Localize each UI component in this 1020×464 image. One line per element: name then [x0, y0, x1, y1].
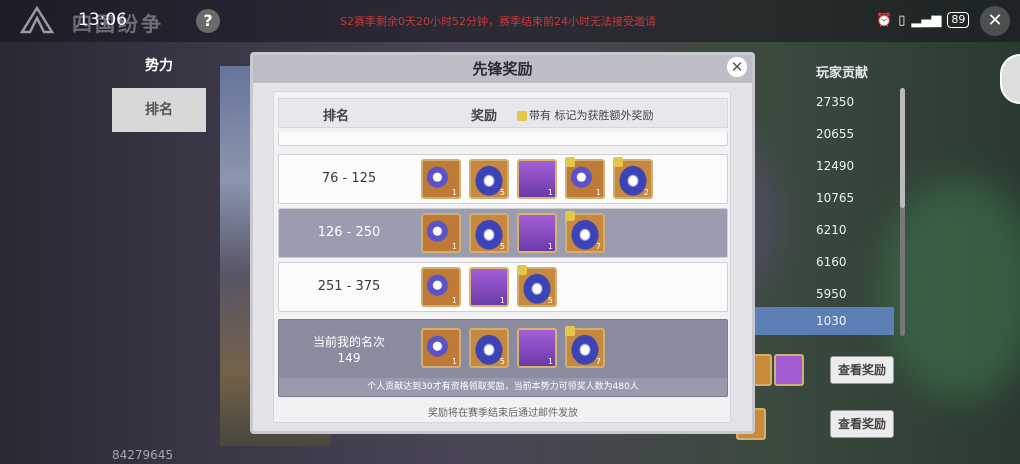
extra-reward-mark-icon [517, 265, 527, 275]
table-row: 126 - 250 1 5 1 7 [278, 208, 728, 258]
water-drop-item[interactable]: 7 [565, 326, 605, 368]
top-bar: 四国纷争 13:06 ? S2赛季剩余0天20小时52分钟，赛季结束前24小时无… [0, 0, 1020, 42]
table-header: 排名 奖励 带有 标记为获胜额外奖励 [278, 98, 728, 128]
item-count: 7 [595, 242, 601, 251]
season-notice: S2赛季剩余0天20小时52分钟，赛季结束前24小时无法接受邀请 [340, 15, 656, 28]
crystal-chest-item[interactable]: 1 [469, 267, 509, 307]
vanguard-reward-dialog: 先锋奖励 ✕ 排名 奖励 带有 标记为获胜额外奖励 76 - 125 1 5 1 1 2 1… [250, 52, 755, 434]
water-drop-item[interactable]: 2 [613, 157, 653, 199]
vibrate-icon: ▯ [898, 12, 906, 28]
item-count: 5 [499, 357, 505, 366]
column-rank: 排名 [323, 109, 350, 124]
rank-range: 76 - 125 [321, 171, 377, 186]
item-count: 1 [547, 357, 553, 366]
player-id: 84279645 [112, 448, 174, 462]
spark-item[interactable]: 1 [565, 157, 605, 199]
item-count: 1 [451, 188, 457, 197]
contribution-row: 10765 [816, 191, 855, 205]
contribution-row: 6160 [816, 255, 847, 269]
column-reward: 奖励 [471, 109, 498, 124]
item-count: 2 [643, 188, 649, 197]
item-count: 1 [451, 242, 457, 251]
crystal-chest-item[interactable]: 1 [517, 328, 557, 368]
my-reward-items: 1517 [421, 326, 605, 368]
item-count: 5 [499, 188, 505, 197]
clock: 13:06 [78, 10, 127, 30]
dialog-title: 先锋奖励 [253, 55, 752, 83]
contribution-row-self: 1030 [754, 307, 894, 335]
reward-items: 1517 [421, 211, 605, 253]
water-drop-item[interactable]: 5 [517, 265, 557, 307]
reward-note: 带有 标记为获胜额外奖励 [515, 107, 654, 123]
item-count: 7 [595, 357, 601, 366]
contribution-header: 玩家贡献 [816, 66, 869, 81]
item-count: 1 [595, 188, 601, 197]
rank-range: 126 - 250 [317, 225, 381, 240]
view-reward-button[interactable]: 查看奖励 [830, 356, 894, 384]
close-icon[interactable]: ✕ [980, 6, 1010, 36]
contribution-row: 5950 [816, 287, 847, 301]
water-drop-item[interactable]: 7 [565, 211, 605, 253]
scrollbar[interactable] [900, 88, 905, 336]
spark-item[interactable]: 1 [421, 213, 461, 253]
close-icon[interactable]: ✕ [725, 55, 749, 79]
crystal-chest-item[interactable]: 1 [517, 159, 557, 199]
water-drop-item[interactable]: 5 [469, 328, 509, 368]
item-count: 1 [451, 296, 457, 305]
status-bar: ⏰ ▯ ▂▄▆ 89 [876, 12, 970, 28]
my-rank-label: 当前我的名次 149 [312, 335, 385, 365]
extra-reward-mark-icon [565, 157, 575, 167]
water-drop-item[interactable]: 5 [469, 213, 509, 253]
alarm-icon: ⏰ [876, 12, 893, 28]
item-count: 1 [499, 296, 505, 305]
contribution-row: 12490 [816, 159, 855, 173]
rank-range: 251 - 375 [317, 279, 381, 294]
table-row: 76 - 125 1 5 1 1 2 [278, 154, 728, 204]
battery-indicator: 89 [947, 12, 970, 28]
reward-thumb [774, 354, 804, 386]
extra-reward-mark-icon [565, 211, 575, 221]
extra-reward-mark-icon [517, 111, 527, 121]
contribution-row: 6210 [816, 223, 847, 237]
help-button[interactable]: ? [196, 9, 220, 33]
item-count: 1 [547, 188, 553, 197]
table-row: 251 - 375 1 1 5 [278, 262, 728, 312]
extra-reward-mark-icon [565, 326, 575, 336]
table-row-partial [278, 132, 728, 146]
view-reward-button[interactable]: 查看奖励 [830, 410, 894, 438]
contribution-row: 27350 [816, 95, 855, 109]
my-rank-row: 当前我的名次 149 1517 个人贡献达到30才有资格领取奖励，当前本势力可领… [278, 319, 728, 397]
eligibility-note: 个人贡献达到30才有资格领取奖励，当前本势力可领奖人数为480人 [279, 378, 727, 396]
item-count: 5 [499, 242, 505, 251]
signal-icon: ▂▄▆ [911, 12, 942, 28]
reward-items: 1 1 5 [421, 265, 557, 307]
extra-reward-mark-icon [613, 157, 623, 167]
item-count: 5 [547, 296, 553, 305]
spark-item[interactable]: 1 [421, 328, 461, 368]
spark-item[interactable]: 1 [421, 267, 461, 307]
tab-faction[interactable]: 势力 [112, 44, 206, 88]
footer-note: 奖励将在赛季结束后通过邮件发放 [428, 408, 578, 419]
reward-table: 排名 奖励 带有 标记为获胜额外奖励 76 - 125 1 5 1 1 2 126 - 25… [273, 91, 731, 423]
reward-items: 1 5 1 1 2 [421, 157, 653, 199]
game-logo-icon [20, 6, 54, 34]
contribution-row: 20655 [816, 127, 855, 141]
spark-item[interactable]: 1 [421, 159, 461, 199]
item-count: 1 [451, 357, 457, 366]
crystal-chest-item[interactable]: 1 [517, 213, 557, 253]
water-drop-item[interactable]: 5 [469, 159, 509, 199]
tab-ranking[interactable]: 排名 [112, 88, 206, 132]
item-count: 1 [547, 242, 553, 251]
